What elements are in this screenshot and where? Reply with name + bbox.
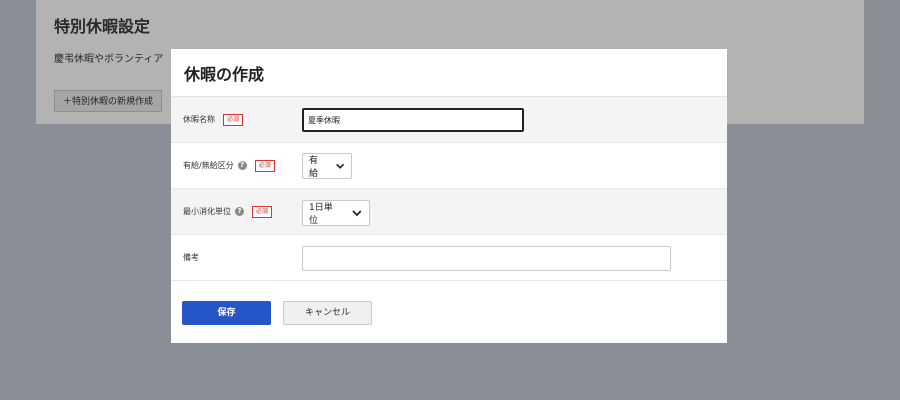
paid-type-label: 有給/無給区分 (183, 161, 234, 170)
paid-type-selected-value: 有給 (309, 156, 319, 179)
required-badge: 必須 (223, 113, 244, 126)
notes-label: 備考 (183, 253, 199, 262)
page-title: 特別休暇設定 (54, 17, 151, 36)
min-unit-selected-value: 1日単位 (309, 203, 333, 226)
paid-type-select[interactable]: 有給 (302, 153, 352, 179)
new-special-leave-button[interactable]: ＋特別休暇の新規作成 (54, 90, 163, 112)
leave-name-label: 休暇名称 (183, 115, 215, 124)
cancel-button[interactable]: キャンセル (283, 301, 372, 325)
required-badge: 必須 (254, 159, 275, 172)
min-unit-label: 最小消化単位 (183, 207, 231, 216)
help-icon[interactable]: ? (235, 207, 244, 216)
min-unit-select[interactable]: 1日単位 (302, 200, 370, 226)
create-leave-modal: 休暇の作成 休暇名称 必須 有給/無給区分 ? 必須 有給 最小消化単位 ? 必… (171, 49, 727, 343)
notes-label-group: 備考 (183, 235, 199, 280)
save-button[interactable]: 保存 (182, 301, 271, 325)
notes-input[interactable] (302, 246, 671, 271)
modal-title: 休暇の作成 (184, 64, 265, 84)
form-row-min-unit: 最小消化単位 ? 必須 1日単位 (171, 189, 727, 235)
form-row-notes: 備考 (171, 235, 727, 281)
leave-name-label-group: 休暇名称 必須 (183, 97, 244, 142)
min-unit-label-group: 最小消化単位 ? 必須 (183, 189, 273, 234)
leave-name-input[interactable] (302, 108, 524, 132)
form-row-leave-name: 休暇名称 必須 (171, 97, 727, 143)
help-icon[interactable]: ? (237, 161, 247, 170)
chevron-down-icon (352, 210, 362, 217)
page-description: 慶弔休暇やボランティア (54, 54, 164, 65)
modal-header: 休暇の作成 (171, 49, 727, 97)
required-badge: 必須 (252, 205, 273, 218)
paid-type-label-group: 有給/無給区分 ? 必須 (183, 143, 275, 188)
chevron-down-icon (335, 163, 344, 169)
form-row-paid-type: 有給/無給区分 ? 必須 有給 (171, 143, 727, 189)
